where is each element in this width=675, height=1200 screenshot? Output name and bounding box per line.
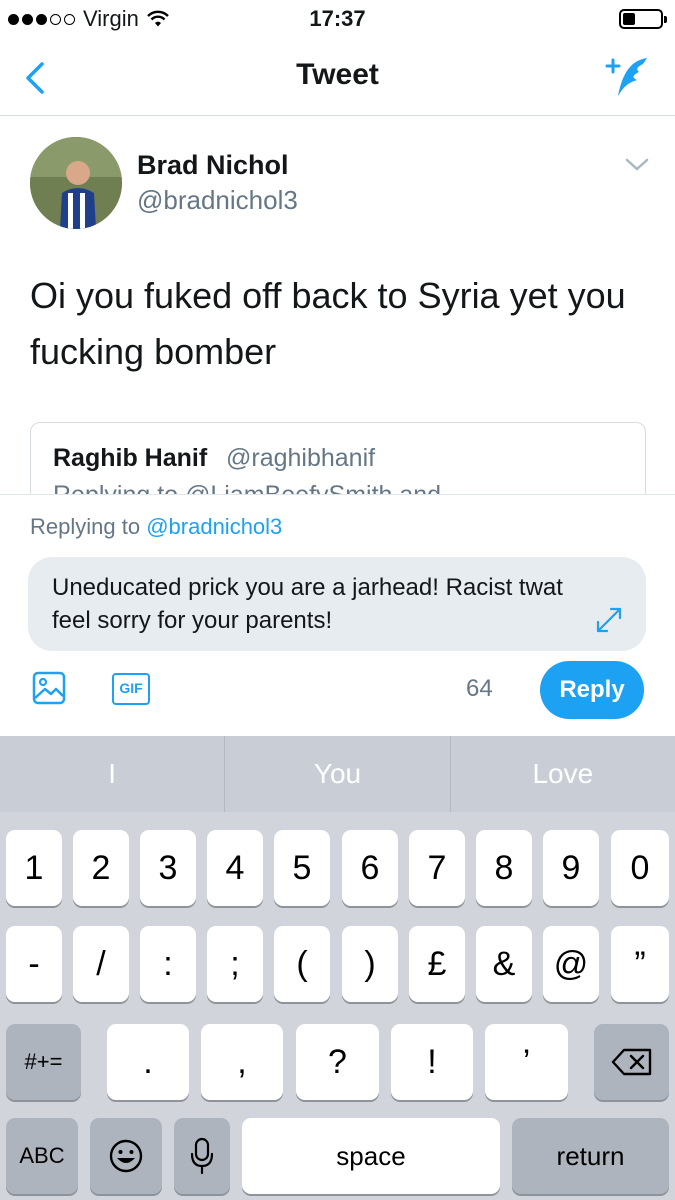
key-apostrophe[interactable]: ’ [485, 1024, 568, 1100]
key-0[interactable]: 0 [611, 830, 669, 906]
character-count: 64 [466, 675, 493, 702]
nav-bar: Tweet [0, 40, 675, 116]
key-quote[interactable]: ” [611, 926, 669, 1002]
status-time: 17:37 [309, 6, 366, 31]
quoted-author-handle: @raghibhanif [226, 444, 376, 472]
dictation-key[interactable] [174, 1118, 230, 1194]
reply-input[interactable]: Uneducated prick you are a jarhead! Raci… [28, 557, 646, 651]
key-4[interactable]: 4 [207, 830, 263, 906]
key-6[interactable]: 6 [342, 830, 398, 906]
battery-icon [619, 9, 667, 29]
suggestion-item[interactable]: I [0, 736, 224, 812]
backspace-icon [611, 1048, 651, 1076]
key-question[interactable]: ? [296, 1024, 379, 1100]
abc-key[interactable]: ABC [6, 1118, 78, 1194]
symbols-key[interactable]: #+= [6, 1024, 81, 1100]
key-2[interactable]: 2 [73, 830, 129, 906]
key-1[interactable]: 1 [6, 830, 62, 906]
keyboard: 1 2 3 4 5 6 7 8 9 0 - / : ; ( ) £ & @ ” … [0, 812, 675, 1200]
author-name[interactable]: Brad Nichol [137, 150, 289, 181]
quoted-tweet-card[interactable]: Raghib Hanif @raghibhanif Replying to @L… [30, 422, 646, 495]
key-7[interactable]: 7 [409, 830, 465, 906]
suggestion-item[interactable]: Love [449, 736, 675, 812]
key-open-paren[interactable]: ( [274, 926, 330, 1002]
key-semicolon[interactable]: ; [207, 926, 263, 1002]
key-exclamation[interactable]: ! [391, 1024, 473, 1100]
key-close-paren[interactable]: ) [342, 926, 398, 1002]
key-period[interactable]: . [107, 1024, 189, 1100]
emoji-key[interactable] [90, 1118, 162, 1194]
key-ampersand[interactable]: & [476, 926, 532, 1002]
page-title: Tweet [296, 58, 379, 91]
replying-to-mention[interactable]: @bradnichol3 [146, 514, 282, 539]
expand-icon[interactable] [594, 605, 624, 635]
key-8[interactable]: 8 [476, 830, 532, 906]
replying-to-label: Replying to @bradnichol3 [30, 514, 283, 539]
status-bar: Virgin 17:37 [0, 0, 675, 40]
return-key[interactable]: return [512, 1118, 669, 1194]
key-hyphen[interactable]: - [6, 926, 62, 1002]
reply-input-text[interactable]: Uneducated prick you are a jarhead! Raci… [52, 571, 592, 637]
compose-tweet-icon[interactable] [603, 54, 651, 100]
author-handle[interactable]: @bradnichol3 [137, 185, 298, 216]
reply-composer: Replying to @bradnichol3 Uneducated pric… [0, 494, 675, 736]
reply-button[interactable]: Reply [540, 661, 644, 719]
key-at[interactable]: @ [543, 926, 599, 1002]
suggestion-item[interactable]: You [224, 736, 449, 812]
avatar[interactable] [30, 137, 122, 229]
microphone-icon [190, 1137, 214, 1175]
key-colon[interactable]: : [140, 926, 196, 1002]
key-3[interactable]: 3 [140, 830, 196, 906]
image-icon[interactable] [32, 671, 66, 705]
delete-key[interactable] [594, 1024, 669, 1100]
key-pound[interactable]: £ [409, 926, 465, 1002]
tweet-text: Oi you fuked off back to Syria yet you f… [30, 275, 626, 372]
key-5[interactable]: 5 [274, 830, 330, 906]
key-9[interactable]: 9 [543, 830, 599, 906]
space-key[interactable]: space [242, 1118, 500, 1194]
key-slash[interactable]: / [73, 926, 129, 1002]
key-comma[interactable]: , [201, 1024, 283, 1100]
gif-icon[interactable]: GIF [112, 673, 150, 705]
quoted-author-name: Raghib Hanif [53, 444, 208, 472]
chevron-down-icon[interactable] [624, 156, 650, 174]
emoji-icon [109, 1139, 143, 1173]
quoted-replying-to: Replying to @LiamBeefySmith and [53, 481, 442, 495]
keyboard-suggestions: I You Love [0, 736, 675, 812]
